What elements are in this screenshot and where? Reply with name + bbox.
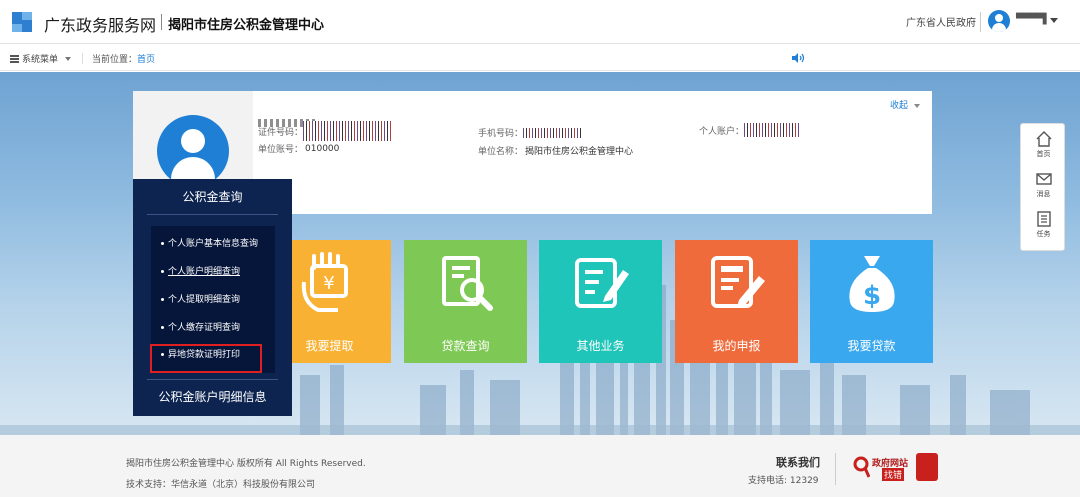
- divider: [147, 214, 278, 215]
- svg-text:¥: ¥: [323, 273, 334, 294]
- rail-message-label: 消息: [1036, 190, 1051, 198]
- user-avatar-icon[interactable]: [988, 10, 1010, 32]
- phone-field: 手机号码：: [478, 126, 584, 139]
- system-menu-button[interactable]: 系统菜单: [10, 52, 72, 65]
- footer-divider: [835, 453, 836, 485]
- unit-number-value: 010000: [305, 143, 340, 154]
- gov-site-error-report-badge[interactable]: 政府网站 找错: [852, 453, 942, 483]
- header-divider: [980, 12, 981, 32]
- tile-loan-query-label: 贷款查询: [441, 339, 490, 353]
- unit-number-label: 单位账号：: [258, 145, 304, 155]
- footer: 揭阳市住房公积金管理中心 版权所有 All Rights Reserved. 技…: [0, 435, 1080, 497]
- redacted-account: [744, 123, 800, 137]
- tile-my-declaration-label: 我的申报: [712, 339, 761, 353]
- phone-label: 手机号码：: [478, 129, 524, 139]
- unit-name-field: 单位名称： 揭阳市住房公积金管理中心: [478, 144, 633, 157]
- tile-my-declaration[interactable]: 我的申报: [675, 240, 798, 363]
- support-phone: 支持电话: 12329: [748, 476, 819, 486]
- tech-support-text: 技术支持：华信永道（北京）科技股份有限公司: [126, 480, 316, 490]
- rail-home-button[interactable]: 首页: [1021, 130, 1066, 159]
- envelope-icon: [1035, 173, 1052, 185]
- nav-bar: 系统菜单 当前位置：首页: [0, 45, 1080, 71]
- system-menu-label: 系统菜单: [22, 55, 59, 65]
- emblem-icon: [916, 453, 938, 481]
- main-area: 收起 证件号码： 单位账号： 010000 手机号码： 单位名称： 揭阳市住房公…: [0, 72, 1080, 435]
- rail-message-button[interactable]: 消息: [1021, 170, 1066, 199]
- unit-name-label: 单位名称：: [478, 147, 524, 157]
- province-gov-link[interactable]: 广东省人民政府: [906, 14, 976, 29]
- nav-divider: [82, 53, 83, 64]
- breadcrumb: 当前位置：首页: [92, 52, 155, 65]
- rail-task-label: 任务: [1036, 230, 1051, 238]
- unit-number-field: 单位账号： 010000: [258, 142, 340, 156]
- tile-other-business[interactable]: 其他业务: [539, 240, 662, 363]
- breadcrumb-home-link[interactable]: 首页: [137, 55, 155, 65]
- personal-account-field: 个人账户：: [699, 123, 800, 137]
- user-menu-chevron-icon[interactable]: [1050, 18, 1058, 23]
- fund-account-detail-title[interactable]: 公积金账户明细信息: [133, 388, 292, 405]
- top-header: 广东政务服务网 揭阳市住房公积金管理中心 广东省人民政府 ▀▀▀▀▌: [0, 0, 1080, 44]
- menu-item-deposit-certificate[interactable]: 个人缴存证明查询: [161, 320, 240, 333]
- org-title: 揭阳市住房公积金管理中心: [168, 18, 325, 33]
- document-search-icon: [442, 256, 493, 311]
- menu-item-account-basic-info[interactable]: 个人账户基本信息查询: [161, 236, 258, 249]
- money-bag-icon: $: [849, 256, 895, 312]
- rail-task-button[interactable]: 任务: [1021, 210, 1066, 239]
- tile-apply-loan-label: 我要贷款: [847, 339, 896, 353]
- tile-loan-query[interactable]: 贷款查询: [404, 240, 527, 363]
- rail-home-label: 首页: [1036, 150, 1051, 158]
- brand-divider: [161, 14, 162, 30]
- contact-us-title: 联系我们: [776, 456, 820, 469]
- redacted-id-number: [303, 121, 394, 141]
- form-edit-icon: [711, 256, 765, 308]
- money-hand-icon: ¥: [301, 252, 348, 312]
- svg-text:$: $: [863, 281, 881, 311]
- divider: [147, 379, 278, 380]
- tile-other-business-label: 其他业务: [576, 339, 625, 353]
- badge-line2: 找错: [882, 468, 905, 481]
- menu-item-withdraw-detail[interactable]: 个人提取明细查询: [161, 292, 240, 305]
- menu-grid-icon: [10, 54, 19, 63]
- task-list-icon: [1036, 211, 1051, 227]
- speaker-icon[interactable]: [792, 53, 806, 63]
- chevron-down-icon: [65, 56, 72, 61]
- site-brand[interactable]: 广东政务服务网: [44, 12, 156, 36]
- chevron-down-icon: [914, 103, 921, 108]
- fund-query-title[interactable]: 公积金查询: [133, 188, 292, 205]
- copyright-text: 揭阳市住房公积金管理中心 版权所有 All Rights Reserved.: [126, 459, 366, 469]
- edit-document-icon: [575, 258, 629, 308]
- unit-name-value: 揭阳市住房公积金管理中心: [525, 147, 634, 157]
- guangdong-gov-logo-icon[interactable]: [8, 8, 36, 36]
- fund-query-menu: 公积金查询 个人账户基本信息查询 个人账户明细查询 个人提取明细查询 个人缴存证…: [133, 179, 292, 416]
- menu-item-account-detail[interactable]: 个人账户明细查询: [161, 264, 240, 277]
- id-number-label: 证件号码：: [258, 127, 304, 138]
- id-number-field: 证件号码：: [258, 121, 394, 141]
- collapse-button[interactable]: 收起: [890, 98, 921, 111]
- personal-account-label: 个人账户：: [699, 126, 745, 137]
- breadcrumb-prefix: 当前位置：: [92, 55, 138, 65]
- profile-avatar-icon: [157, 115, 229, 187]
- right-quick-bar: 首页 消息 任务: [1020, 123, 1065, 251]
- user-name[interactable]: ▀▀▀▀▌: [1016, 14, 1050, 25]
- redacted-phone: [523, 127, 584, 138]
- tile-apply-loan[interactable]: $ 我要贷款: [810, 240, 933, 363]
- magnifier-logo-icon: [853, 456, 870, 478]
- highlight-box: [150, 344, 262, 373]
- home-icon: [1036, 131, 1051, 147]
